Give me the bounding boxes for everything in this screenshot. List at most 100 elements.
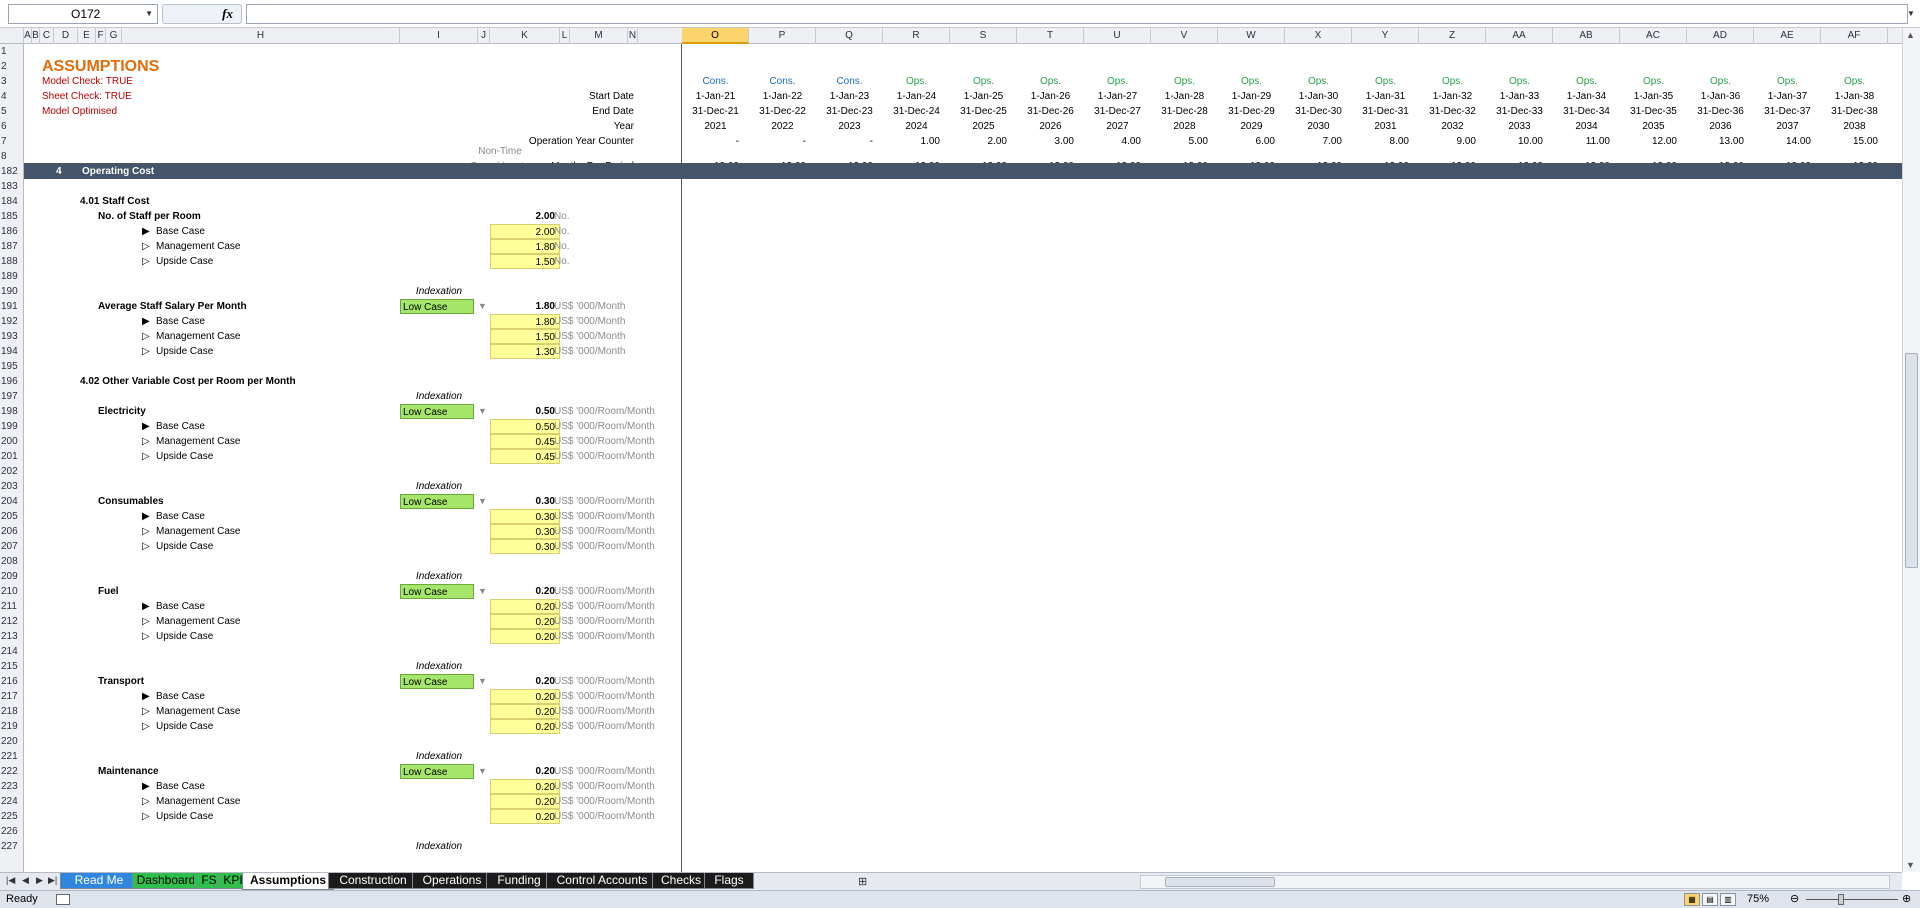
row-header[interactable]: 182	[0, 164, 24, 179]
scroll-up-icon[interactable]: ▲	[1906, 30, 1915, 40]
column-header-b[interactable]: B	[32, 28, 40, 44]
row-header[interactable]: 209	[0, 569, 24, 584]
case-input[interactable]: 1.50	[490, 254, 560, 269]
macro-record-icon[interactable]	[56, 894, 70, 905]
column-header-n[interactable]: N	[628, 28, 638, 44]
row-header[interactable]: 208	[0, 554, 24, 569]
dropdown-arrow-icon[interactable]: ▼	[478, 584, 488, 599]
vertical-scroll-thumb[interactable]	[1905, 353, 1918, 568]
column-header-q[interactable]: Q	[816, 28, 883, 44]
dropdown-arrow-icon[interactable]: ▼	[478, 494, 488, 509]
row-header[interactable]: 184	[0, 194, 24, 209]
row-header[interactable]: 1	[0, 44, 24, 59]
column-header-aa[interactable]: AA	[1486, 28, 1553, 44]
case-input[interactable]: 0.20	[490, 779, 560, 794]
row-header[interactable]: 222	[0, 764, 24, 779]
column-header-p[interactable]: P	[749, 28, 816, 44]
sheet-tab-operations[interactable]: Operations	[412, 873, 492, 889]
page-layout-view-icon[interactable]: ▤	[1702, 893, 1718, 906]
column-header-j[interactable]: J	[478, 28, 490, 44]
case-input[interactable]: 0.20	[490, 704, 560, 719]
case-input[interactable]: 0.20	[490, 599, 560, 614]
row-header[interactable]: 205	[0, 509, 24, 524]
page-break-view-icon[interactable]: ▥	[1720, 893, 1736, 906]
row-header[interactable]: 3	[0, 74, 24, 89]
case-input[interactable]: 0.30	[490, 509, 560, 524]
case-input[interactable]: 0.30	[490, 539, 560, 554]
row-header[interactable]: 196	[0, 374, 24, 389]
row-header[interactable]: 220	[0, 734, 24, 749]
case-input[interactable]: 0.45	[490, 449, 560, 464]
horizontal-scrollbar[interactable]	[1140, 875, 1890, 889]
row-header[interactable]: 201	[0, 449, 24, 464]
column-header-e[interactable]: E	[78, 28, 96, 44]
row-header[interactable]: 4	[0, 89, 24, 104]
row-header[interactable]: 197	[0, 389, 24, 404]
name-box[interactable]: O172 ▼	[8, 4, 158, 24]
sheet-tab-assumptions[interactable]: Assumptions	[242, 873, 334, 890]
sheet-tab-funding[interactable]: Funding	[486, 873, 552, 889]
indexation-dropdown[interactable]: Low Case	[400, 764, 474, 779]
row-header[interactable]: 218	[0, 704, 24, 719]
case-input[interactable]: 0.50	[490, 419, 560, 434]
worksheet-grid[interactable]: ASSUMPTIONS Model Check: TRUE Sheet Check:…	[24, 44, 1902, 872]
scroll-down-icon[interactable]: ▼	[1906, 860, 1915, 870]
row-header[interactable]: 8	[0, 149, 24, 164]
sheet-tab-control-accounts[interactable]: Control Accounts	[546, 873, 658, 889]
row-header[interactable]: 213	[0, 629, 24, 644]
column-header-r[interactable]: R	[883, 28, 950, 44]
case-input[interactable]: 1.80	[490, 239, 560, 254]
row-header[interactable]: 206	[0, 524, 24, 539]
case-input[interactable]: 1.50	[490, 329, 560, 344]
indexation-dropdown[interactable]: Low Case	[400, 584, 474, 599]
zoom-in-icon[interactable]: ⊕	[1902, 892, 1911, 905]
sheet-tab-construction[interactable]: Construction	[328, 873, 418, 889]
indexation-dropdown[interactable]: Low Case	[400, 494, 474, 509]
row-header[interactable]: 217	[0, 689, 24, 704]
row-header[interactable]: 202	[0, 464, 24, 479]
row-header[interactable]: 207	[0, 539, 24, 554]
column-header-u[interactable]: U	[1084, 28, 1151, 44]
case-input[interactable]: 0.20	[490, 794, 560, 809]
column-header-s[interactable]: S	[950, 28, 1017, 44]
row-header[interactable]: 224	[0, 794, 24, 809]
horizontal-scroll-thumb[interactable]	[1165, 877, 1275, 887]
case-input[interactable]: 0.45	[490, 434, 560, 449]
column-header-af[interactable]: AF	[1821, 28, 1888, 44]
row-header[interactable]: 226	[0, 824, 24, 839]
case-input[interactable]: 0.20	[490, 809, 560, 824]
row-header[interactable]: 212	[0, 614, 24, 629]
column-header-h[interactable]: H	[122, 28, 400, 44]
dropdown-arrow-icon[interactable]: ▼	[478, 404, 488, 419]
row-header[interactable]: 200	[0, 434, 24, 449]
row-header[interactable]: 193	[0, 329, 24, 344]
sheet-tab-read-me[interactable]: Read Me	[60, 873, 138, 889]
fx-icon[interactable]: fx	[222, 6, 233, 22]
column-header-v[interactable]: V	[1151, 28, 1218, 44]
row-header[interactable]: 203	[0, 479, 24, 494]
sheet-tab-checks[interactable]: Checks	[652, 873, 710, 889]
insert-sheet-icon[interactable]: ⊞	[858, 875, 867, 888]
row-header[interactable]: 219	[0, 719, 24, 734]
next-sheet-icon[interactable]: ▶	[36, 875, 43, 886]
column-header-a[interactable]: A	[24, 28, 32, 44]
column-header-ac[interactable]: AC	[1620, 28, 1687, 44]
column-header-y[interactable]: Y	[1352, 28, 1419, 44]
vertical-scrollbar[interactable]: ▲ ▼	[1902, 28, 1920, 872]
row-header[interactable]: 216	[0, 674, 24, 689]
sheet-tab-dashboard[interactable]: Dashboard	[132, 873, 200, 889]
case-input[interactable]: 0.30	[490, 524, 560, 539]
case-input[interactable]: 0.20	[490, 629, 560, 644]
case-input[interactable]: 1.30	[490, 344, 560, 359]
zoom-knob[interactable]	[1838, 894, 1844, 905]
column-header-x[interactable]: X	[1285, 28, 1352, 44]
row-header[interactable]: 211	[0, 599, 24, 614]
column-header-t[interactable]: T	[1017, 28, 1084, 44]
indexation-dropdown[interactable]: Low Case	[400, 674, 474, 689]
indexation-dropdown[interactable]: Low Case	[400, 299, 474, 314]
row-header[interactable]: 192	[0, 314, 24, 329]
row-header[interactable]: 191	[0, 299, 24, 314]
first-sheet-icon[interactable]: |◀	[6, 875, 15, 886]
row-header[interactable]: 190	[0, 284, 24, 299]
column-header-l[interactable]: L	[560, 28, 570, 44]
